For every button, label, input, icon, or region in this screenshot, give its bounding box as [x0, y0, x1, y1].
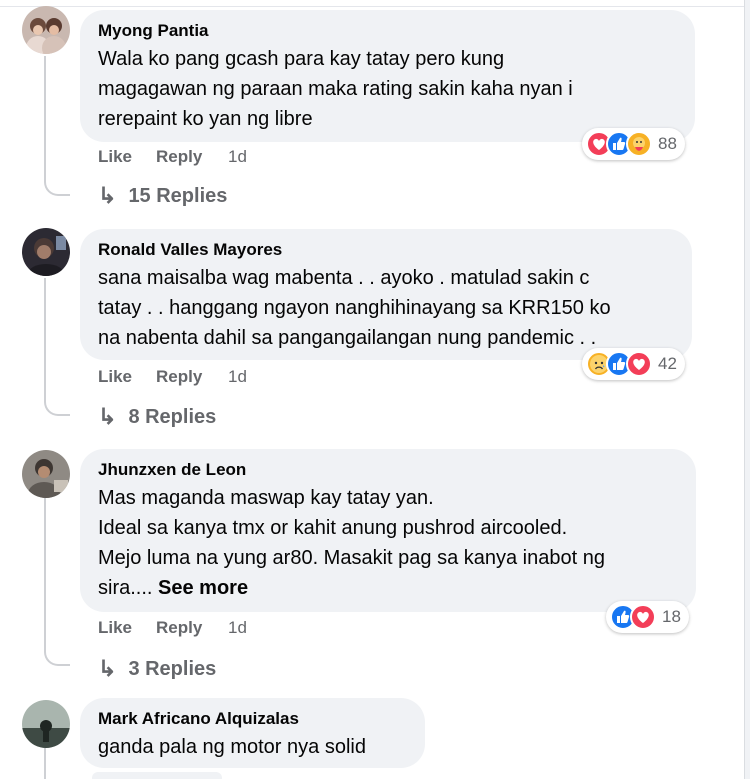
comment-author[interactable]: Mark Africano Alquizalas — [98, 708, 407, 730]
thread-curve — [44, 394, 70, 416]
comment-bubble: Ronald Valles Mayores sana maisalba wag … — [80, 229, 692, 360]
view-replies-link[interactable]: ↳ 3 Replies — [98, 656, 216, 682]
reaction-count: 88 — [658, 134, 677, 153]
reply-button[interactable]: Reply — [156, 147, 228, 167]
reply-button[interactable]: Reply — [156, 618, 228, 638]
comment-timestamp[interactable]: 1d — [228, 618, 247, 638]
reply-button[interactable]: Reply — [156, 367, 228, 387]
see-more-link[interactable]: See more — [158, 577, 248, 599]
comment-actions: Like Reply 1d — [98, 618, 247, 638]
comment-timestamp[interactable]: 1d — [228, 147, 247, 167]
comment-text: sana maisalba wag mabenta . . ayoko . ma… — [98, 267, 611, 349]
like-button[interactable]: Like — [98, 367, 156, 387]
avatar[interactable] — [22, 700, 70, 748]
avatar[interactable] — [22, 228, 70, 276]
replies-count[interactable]: 3 Replies — [128, 658, 216, 681]
care-reaction-icon — [626, 131, 652, 157]
reply-arrow-icon: ↳ — [98, 183, 117, 208]
thread-line — [44, 498, 46, 646]
comment-author[interactable]: Jhunzxen de Leon — [98, 459, 678, 481]
comment-actions: Like Reply 1d — [98, 367, 247, 387]
comment-actions: Like Reply 1d — [98, 147, 247, 167]
scrollbar-track[interactable] — [744, 0, 750, 779]
love-reaction-icon — [630, 604, 656, 630]
reaction-summary[interactable]: 42 — [582, 348, 685, 380]
comment-timestamp[interactable]: 1d — [228, 367, 247, 387]
love-reaction-icon — [626, 351, 652, 377]
thread-curve — [44, 644, 70, 666]
comment-author[interactable]: Ronald Valles Mayores — [98, 239, 674, 261]
reaction-count: 18 — [662, 607, 681, 626]
comment-bubble: Jhunzxen de Leon Mas maganda maswap kay … — [80, 449, 696, 612]
next-comment-bubble-edge — [92, 772, 222, 779]
thread-line — [44, 278, 46, 396]
comment-author[interactable]: Myong Pantia — [98, 20, 677, 42]
reaction-summary[interactable]: 88 — [582, 128, 685, 160]
like-button[interactable]: Like — [98, 147, 156, 167]
thread-line — [44, 748, 46, 779]
like-button[interactable]: Like — [98, 618, 156, 638]
reaction-summary[interactable]: 18 — [606, 601, 689, 633]
replies-count[interactable]: 15 Replies — [128, 185, 227, 208]
thread-line — [44, 56, 46, 176]
comment-bubble: Myong Pantia Wala ko pang gcash para kay… — [80, 10, 695, 142]
avatar[interactable] — [22, 450, 70, 498]
reply-arrow-icon: ↳ — [98, 404, 117, 429]
view-replies-link[interactable]: ↳ 8 Replies — [98, 404, 216, 430]
comment-text: Mas maganda maswap kay tatay yan. Ideal … — [98, 483, 678, 603]
avatar[interactable] — [22, 6, 70, 54]
comment-text: Wala ko pang gcash para kay tatay pero k… — [98, 48, 573, 130]
comment-text: ganda pala ng motor nya solid — [98, 736, 366, 758]
thread-curve — [44, 174, 70, 196]
view-replies-link[interactable]: ↳ 15 Replies — [98, 183, 227, 209]
reaction-count: 42 — [658, 354, 677, 373]
top-divider — [0, 0, 750, 7]
reply-arrow-icon: ↳ — [98, 656, 117, 681]
replies-count[interactable]: 8 Replies — [128, 406, 216, 429]
comment-bubble: Mark Africano Alquizalas ganda pala ng m… — [80, 698, 425, 768]
